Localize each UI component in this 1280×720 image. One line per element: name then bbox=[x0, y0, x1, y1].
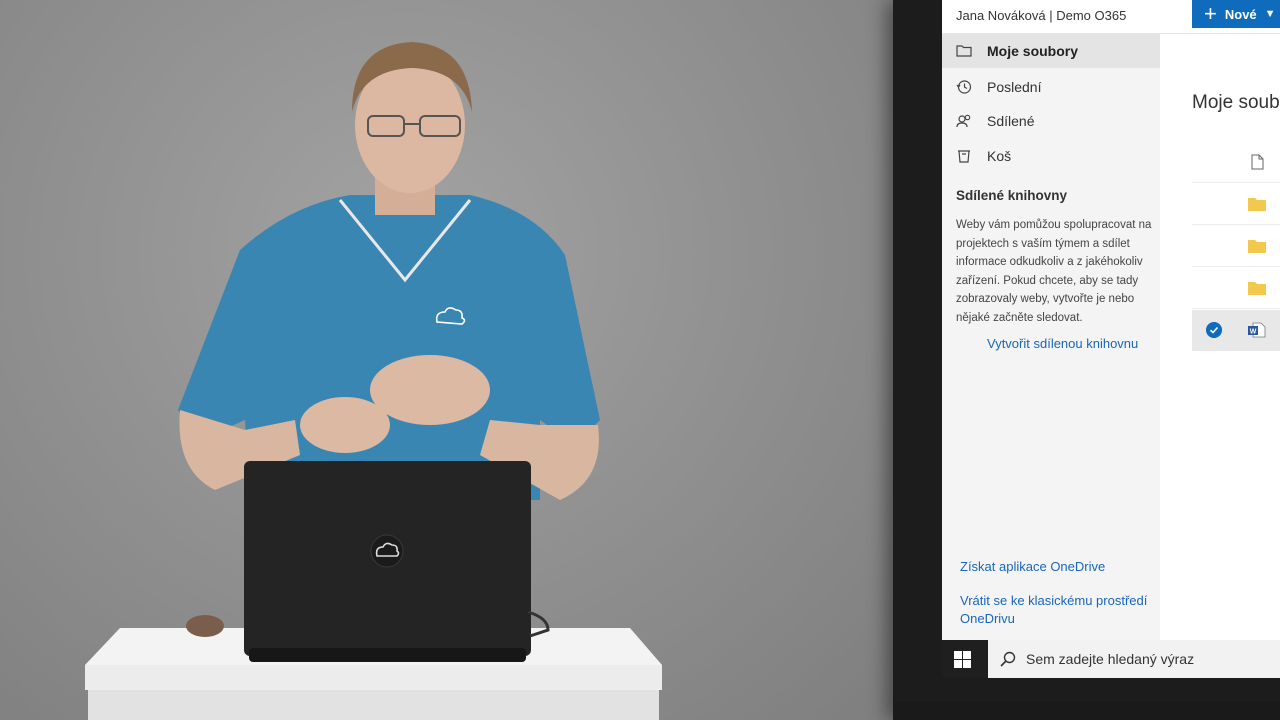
nav-item-label: Poslední bbox=[987, 79, 1042, 95]
nav-item-recent[interactable]: Poslední bbox=[942, 70, 1160, 104]
folder-icon bbox=[956, 45, 972, 57]
nav-item-label: Koš bbox=[987, 148, 1012, 164]
account-name: Jana Nováková | Demo O365 bbox=[956, 8, 1127, 23]
new-button-label: Nové bbox=[1224, 6, 1257, 22]
nav-item-my-files[interactable]: Moje soubory bbox=[942, 34, 1160, 68]
page-title: Moje soub bbox=[1192, 92, 1280, 113]
nav-item-label: Sdílené bbox=[987, 113, 1035, 129]
create-shared-library-link[interactable]: Vytvořit sdílenou knihovnu bbox=[987, 336, 1138, 351]
left-navigation: Moje soubory Poslední Sdílené Koš Sdílen… bbox=[942, 34, 1160, 640]
mouse bbox=[186, 615, 224, 637]
word-file-icon: W bbox=[1248, 322, 1266, 338]
history-icon bbox=[956, 80, 972, 94]
file-row[interactable] bbox=[1192, 142, 1280, 183]
onedrive-topbar: Jana Nováková | Demo O365 + Nové ▼ bbox=[942, 0, 1280, 34]
presenter-hand-right bbox=[370, 355, 490, 425]
nav-item-shared[interactable]: Sdílené bbox=[942, 104, 1160, 138]
windows-taskbar: Sem zadejte hledaný výraz bbox=[942, 640, 1280, 678]
search-icon bbox=[1000, 651, 1016, 667]
windows-start-icon[interactable] bbox=[954, 651, 971, 668]
file-row-selected[interactable]: W bbox=[1192, 310, 1280, 351]
folder-icon bbox=[1248, 240, 1266, 253]
onedrive-window: Jana Nováková | Demo O365 + Nové ▼ Moje … bbox=[942, 0, 1280, 678]
people-icon bbox=[956, 114, 971, 128]
file-row[interactable] bbox=[1192, 226, 1280, 267]
taskbar-search-box[interactable]: Sem zadejte hledaný výraz bbox=[988, 640, 1280, 678]
svg-text:W: W bbox=[1250, 329, 1257, 336]
folder-icon bbox=[1248, 282, 1266, 295]
checkmark-icon[interactable] bbox=[1206, 322, 1222, 338]
file-row[interactable] bbox=[1192, 268, 1280, 309]
shared-libraries-description: Weby vám pomůžou spolupracovat na projek… bbox=[956, 219, 1152, 324]
get-onedrive-apps-link[interactable]: Získat aplikace OneDrive bbox=[960, 558, 1150, 576]
chevron-down-icon: ▼ bbox=[1264, 8, 1276, 20]
classic-onedrive-link[interactable]: Vrátit se ke klasickému prostředí OneDri… bbox=[960, 592, 1150, 628]
file-row[interactable] bbox=[1192, 184, 1280, 225]
folder-icon bbox=[1248, 198, 1266, 211]
new-button[interactable]: + Nové ▼ bbox=[1192, 0, 1280, 28]
nav-item-label: Moje soubory bbox=[987, 43, 1079, 59]
search-placeholder: Sem zadejte hledaný výraz bbox=[1026, 651, 1195, 667]
recycle-bin-icon bbox=[958, 150, 970, 163]
plus-icon: + bbox=[1204, 1, 1217, 26]
laptop-cloud-logo bbox=[370, 534, 404, 568]
shared-libraries-title: Sdílené knihovny bbox=[956, 188, 1068, 203]
nav-item-recycle-bin[interactable]: Koš bbox=[942, 139, 1160, 173]
document-icon bbox=[1251, 154, 1264, 170]
presenter-scene bbox=[85, 42, 662, 720]
